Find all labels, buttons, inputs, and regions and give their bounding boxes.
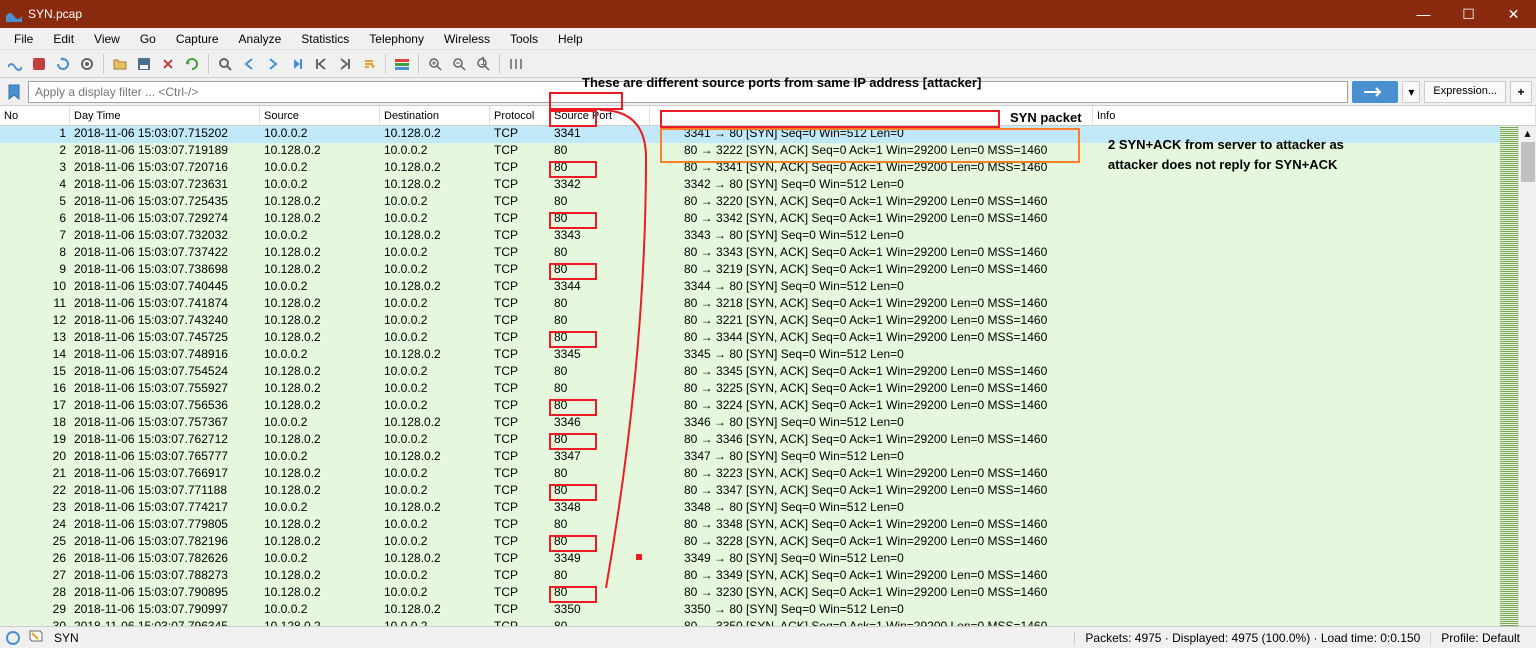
menu-edit[interactable]: Edit [43,29,84,49]
vertical-scrollbar[interactable]: ▴ [1518,126,1536,626]
packet-row[interactable]: 162018-11-06 15:03:07.75592710.128.0.210… [0,381,1536,398]
packet-row[interactable]: 122018-11-06 15:03:07.74324010.128.0.210… [0,313,1536,330]
svg-text:1: 1 [480,57,487,68]
col-protocol[interactable]: Protocol [490,106,550,125]
packet-row[interactable]: 112018-11-06 15:03:07.74187410.128.0.210… [0,296,1536,313]
col-no[interactable]: No [0,106,70,125]
packet-row[interactable]: 192018-11-06 15:03:07.76271210.128.0.210… [0,432,1536,449]
go-to-packet-icon[interactable] [286,53,308,75]
filter-dropdown-button[interactable]: ▾ [1402,81,1420,103]
menu-statistics[interactable]: Statistics [291,29,359,49]
packet-list[interactable]: ▴ 12018-11-06 15:03:07.71520210.0.0.210.… [0,126,1536,626]
packet-row[interactable]: 62018-11-06 15:03:07.72927410.128.0.210.… [0,211,1536,228]
close-file-icon[interactable] [157,53,179,75]
packet-table-header[interactable]: No Day Time Source Destination Protocol … [0,106,1536,126]
go-prev-icon[interactable] [238,53,260,75]
packet-row[interactable]: 32018-11-06 15:03:07.72071610.0.0.210.12… [0,160,1536,177]
maximize-button[interactable]: ☐ [1446,0,1491,28]
col-source[interactable]: Source [260,106,380,125]
colorize-icon[interactable] [391,53,413,75]
status-profile[interactable]: Profile: Default [1430,631,1530,645]
zoom-reset-icon[interactable]: 1 [472,53,494,75]
packet-row[interactable]: 132018-11-06 15:03:07.74572510.128.0.210… [0,330,1536,347]
menubar: FileEditViewGoCaptureAnalyzeStatisticsTe… [0,28,1536,50]
packet-row[interactable]: 72018-11-06 15:03:07.73203210.0.0.210.12… [0,228,1536,245]
col-destination[interactable]: Destination [380,106,490,125]
edit-capture-comment-icon[interactable] [28,629,44,646]
expression-button[interactable]: Expression... [1424,81,1506,103]
close-button[interactable]: ✕ [1491,0,1536,28]
menu-view[interactable]: View [84,29,130,49]
find-packet-icon[interactable] [214,53,236,75]
packet-row[interactable]: 272018-11-06 15:03:07.78827310.128.0.210… [0,568,1536,585]
zoom-out-icon[interactable] [448,53,470,75]
packet-row[interactable]: 142018-11-06 15:03:07.74891610.0.0.210.1… [0,347,1536,364]
status-file: SYN [54,631,79,645]
expert-info-icon[interactable] [6,631,20,645]
toolbar: 1 [0,50,1536,78]
col-info[interactable]: Info [1093,106,1536,125]
packet-minimap[interactable] [1500,126,1518,626]
statusbar: SYN Packets: 4975 · Displayed: 4975 (100… [0,626,1536,648]
packet-row[interactable]: 182018-11-06 15:03:07.75736710.0.0.210.1… [0,415,1536,432]
packet-row[interactable]: 52018-11-06 15:03:07.72543510.128.0.210.… [0,194,1536,211]
packet-row[interactable]: 232018-11-06 15:03:07.77421710.0.0.210.1… [0,500,1536,517]
save-file-icon[interactable] [133,53,155,75]
packet-row[interactable]: 82018-11-06 15:03:07.73742210.128.0.210.… [0,245,1536,262]
col-time[interactable]: Day Time [70,106,260,125]
capture-options-icon[interactable] [76,53,98,75]
go-next-icon[interactable] [262,53,284,75]
status-packets: Packets: 4975 · Displayed: 4975 (100.0%)… [1074,631,1430,645]
last-packet-icon[interactable] [334,53,356,75]
menu-tools[interactable]: Tools [500,29,548,49]
menu-capture[interactable]: Capture [166,29,229,49]
packet-row[interactable]: 292018-11-06 15:03:07.79099710.0.0.210.1… [0,602,1536,619]
first-packet-icon[interactable] [310,53,332,75]
packet-row[interactable]: 12018-11-06 15:03:07.71520210.0.0.210.12… [0,126,1536,143]
apply-filter-button[interactable] [1352,81,1398,103]
menu-telephony[interactable]: Telephony [359,29,434,49]
packet-row[interactable]: 282018-11-06 15:03:07.79089510.128.0.210… [0,585,1536,602]
auto-scroll-icon[interactable] [358,53,380,75]
filter-bookmark-icon[interactable] [4,82,24,102]
menu-go[interactable]: Go [130,29,166,49]
packet-row[interactable]: 212018-11-06 15:03:07.76691710.128.0.210… [0,466,1536,483]
menu-help[interactable]: Help [548,29,593,49]
resize-columns-icon[interactable] [505,53,527,75]
packet-row[interactable]: 252018-11-06 15:03:07.78219610.128.0.210… [0,534,1536,551]
filter-bar: ▾ Expression... + [0,78,1536,106]
titlebar: SYN.pcap — ☐ ✕ [0,0,1536,28]
wireshark-logo-icon [6,6,22,22]
restart-capture-icon[interactable] [52,53,74,75]
start-capture-icon[interactable] [4,53,26,75]
window-title: SYN.pcap [28,7,1401,21]
menu-analyze[interactable]: Analyze [229,29,292,49]
packet-row[interactable]: 92018-11-06 15:03:07.73869810.128.0.210.… [0,262,1536,279]
display-filter-input[interactable] [28,81,1348,103]
packet-row[interactable]: 172018-11-06 15:03:07.75653610.128.0.210… [0,398,1536,415]
packet-row[interactable]: 202018-11-06 15:03:07.76577710.0.0.210.1… [0,449,1536,466]
packet-row[interactable]: 22018-11-06 15:03:07.71918910.128.0.210.… [0,143,1536,160]
menu-file[interactable]: File [4,29,43,49]
stop-capture-icon[interactable] [28,53,50,75]
minimize-button[interactable]: — [1401,0,1446,28]
packet-row[interactable]: 222018-11-06 15:03:07.77118810.128.0.210… [0,483,1536,500]
menu-wireless[interactable]: Wireless [434,29,500,49]
packet-row[interactable]: 152018-11-06 15:03:07.75452410.128.0.210… [0,364,1536,381]
open-file-icon[interactable] [109,53,131,75]
packet-row[interactable]: 302018-11-06 15:03:07.79634510.128.0.210… [0,619,1536,626]
reload-icon[interactable] [181,53,203,75]
packet-row[interactable]: 262018-11-06 15:03:07.78262610.0.0.210.1… [0,551,1536,568]
zoom-in-icon[interactable] [424,53,446,75]
packet-row[interactable]: 242018-11-06 15:03:07.77980510.128.0.210… [0,517,1536,534]
add-filter-button[interactable]: + [1510,81,1532,103]
packet-row[interactable]: 42018-11-06 15:03:07.72363110.0.0.210.12… [0,177,1536,194]
col-source-port[interactable]: Source Port [550,106,650,125]
packet-row[interactable]: 102018-11-06 15:03:07.74044510.0.0.210.1… [0,279,1536,296]
